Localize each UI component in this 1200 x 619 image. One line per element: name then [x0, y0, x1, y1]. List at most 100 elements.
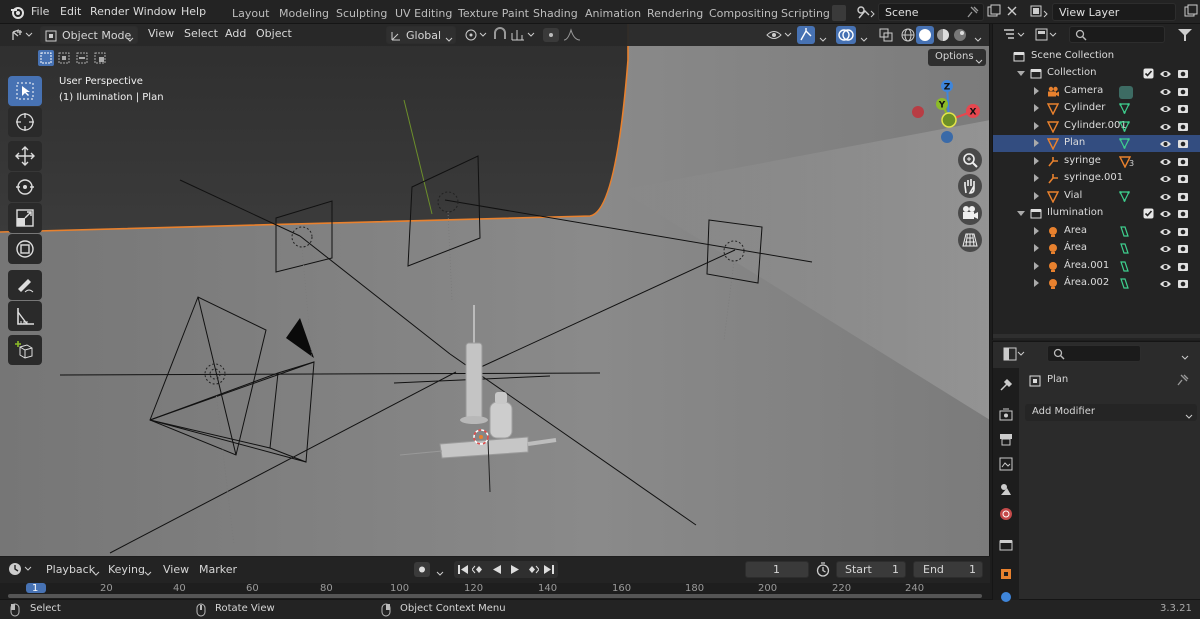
zoom-button[interactable] [958, 148, 982, 172]
mesh-data-icon[interactable] [1119, 190, 1130, 205]
mode-dropdown[interactable]: Object Mode [40, 26, 138, 44]
tab-shading[interactable]: Shading [533, 7, 578, 20]
tab-uv-editing[interactable]: UV Editing [395, 7, 452, 20]
mesh-data-icon[interactable] [1119, 103, 1130, 117]
tool-transform[interactable] [8, 234, 42, 264]
shading-material-icon[interactable] [935, 27, 951, 46]
jump-start-icon[interactable] [456, 564, 470, 578]
light-data-icon[interactable] [1119, 278, 1130, 292]
jump-end-icon[interactable] [542, 564, 556, 578]
pin-icon[interactable] [967, 6, 979, 21]
scene-field[interactable]: Scene [878, 3, 984, 21]
menu-render[interactable]: Render [90, 5, 129, 18]
camera-view-button[interactable] [958, 201, 982, 225]
eye-icon[interactable] [1159, 227, 1172, 240]
expand-arrow-icon[interactable] [1034, 156, 1039, 165]
tab-sculpting[interactable]: Sculpting [336, 7, 387, 20]
pivot-icon[interactable] [464, 27, 488, 46]
menu-timeline-view[interactable]: View [163, 563, 189, 576]
menu-keying[interactable]: Keying [108, 563, 145, 576]
tool-rotate[interactable] [8, 172, 42, 202]
render-camera-icon[interactable] [1177, 156, 1189, 170]
light-data-icon[interactable] [1119, 260, 1130, 275]
stopwatch-icon[interactable] [816, 562, 830, 580]
menu-view[interactable]: View [148, 27, 174, 43]
collapse-arrow-icon[interactable] [1017, 71, 1025, 76]
tool-scale[interactable] [8, 203, 42, 233]
pan-button[interactable] [958, 174, 982, 198]
shading-rendered-icon[interactable] [952, 27, 968, 46]
outliner-row-syringe[interactable]: syringe 3 [993, 153, 1200, 170]
snap-icon[interactable] [492, 27, 508, 46]
render-camera-icon[interactable] [1177, 103, 1189, 117]
shading-solid-icon[interactable] [916, 26, 934, 44]
tab-layout[interactable]: Layout [232, 7, 269, 20]
mesh-data-icon[interactable] [1119, 138, 1130, 152]
outliner-row-área-001[interactable]: Área.001 [993, 258, 1200, 275]
blender-logo-icon[interactable] [10, 5, 24, 19]
outliner-row-área-002[interactable]: Área.002 [993, 275, 1200, 292]
outliner-row-syringe-001[interactable]: syringe.001 [993, 170, 1200, 187]
expand-arrow-icon[interactable] [1034, 244, 1039, 252]
expand-arrow-icon[interactable] [1034, 139, 1039, 147]
new-view-layer-icon[interactable] [1184, 4, 1198, 21]
chevron-down-icon[interactable] [974, 33, 982, 46]
outliner-row-camera[interactable]: Camera [993, 83, 1200, 100]
add-modifier-dropdown[interactable]: Add Modifier [1025, 404, 1197, 421]
expand-arrow-icon[interactable] [1034, 104, 1039, 112]
outliner-search-input[interactable] [1069, 26, 1165, 43]
render-camera-icon[interactable] [1177, 278, 1189, 292]
render-camera-icon[interactable] [1177, 243, 1189, 257]
options-dropdown[interactable]: Options [928, 49, 986, 66]
expand-arrow-icon[interactable] [1034, 279, 1039, 287]
expand-arrow-icon[interactable] [1034, 226, 1039, 235]
menu-add[interactable]: Add [225, 27, 246, 43]
eye-icon[interactable] [1159, 209, 1172, 222]
mesh-data-icon[interactable] [1119, 120, 1130, 135]
render-camera-icon[interactable] [1177, 208, 1189, 222]
exclude-checkbox[interactable] [1143, 68, 1154, 82]
chevron-down-icon[interactable] [819, 33, 827, 46]
orientation-dropdown[interactable]: Global [386, 26, 456, 44]
expand-arrow-icon[interactable] [1034, 174, 1039, 182]
render-camera-icon[interactable] [1177, 121, 1189, 135]
new-scene-icon[interactable] [987, 4, 1001, 21]
outliner-scene-collection[interactable]: Scene Collection [993, 48, 1200, 65]
eye-icon[interactable] [1159, 87, 1172, 100]
menu-window[interactable]: Window [133, 5, 176, 18]
render-tab-icon[interactable] [999, 408, 1013, 422]
play-icon[interactable] [508, 564, 522, 578]
tool-move[interactable] [8, 141, 42, 171]
expand-arrow-icon[interactable] [1034, 191, 1039, 200]
chevron-down-icon[interactable] [860, 33, 868, 46]
perspective-toggle-button[interactable] [958, 228, 982, 252]
eye-icon[interactable] [1159, 279, 1172, 292]
end-frame-field[interactable]: End 1 [913, 561, 983, 578]
delete-scene-icon[interactable] [1006, 5, 1018, 20]
play-reverse-icon[interactable] [490, 564, 504, 578]
eye-icon[interactable] [1159, 104, 1172, 117]
render-camera-icon[interactable] [1177, 226, 1189, 240]
expand-arrow-icon[interactable] [1034, 261, 1039, 270]
chevron-down-icon[interactable] [1181, 351, 1189, 364]
pin-icon[interactable] [1177, 374, 1189, 389]
record-button[interactable] [414, 562, 430, 577]
select-extend-icon[interactable] [56, 50, 72, 69]
tab-compositing[interactable]: Compositing [709, 7, 778, 20]
outliner-row-vial[interactable]: Vial [993, 188, 1200, 205]
tool-select-box[interactable] [8, 76, 42, 106]
menu-select[interactable]: Select [184, 27, 218, 43]
select-intersect-icon[interactable] [92, 50, 108, 69]
light-data-icon[interactable] [1119, 243, 1130, 257]
timeline-scrollbar[interactable] [8, 594, 982, 598]
eye-icon[interactable] [1159, 69, 1172, 82]
view-layer-field[interactable]: View Layer [1052, 3, 1176, 21]
eye-icon[interactable] [1159, 139, 1172, 152]
tab-texture-paint[interactable]: Texture Paint [458, 7, 529, 20]
tab-modeling[interactable]: Modeling [279, 7, 329, 20]
menu-marker[interactable]: Marker [199, 563, 237, 576]
properties-editor-icon[interactable] [1003, 347, 1027, 364]
editor-type-icon[interactable] [10, 27, 34, 46]
outliner-row-collection[interactable]: Collection [993, 65, 1200, 82]
clock-icon[interactable] [8, 562, 36, 579]
